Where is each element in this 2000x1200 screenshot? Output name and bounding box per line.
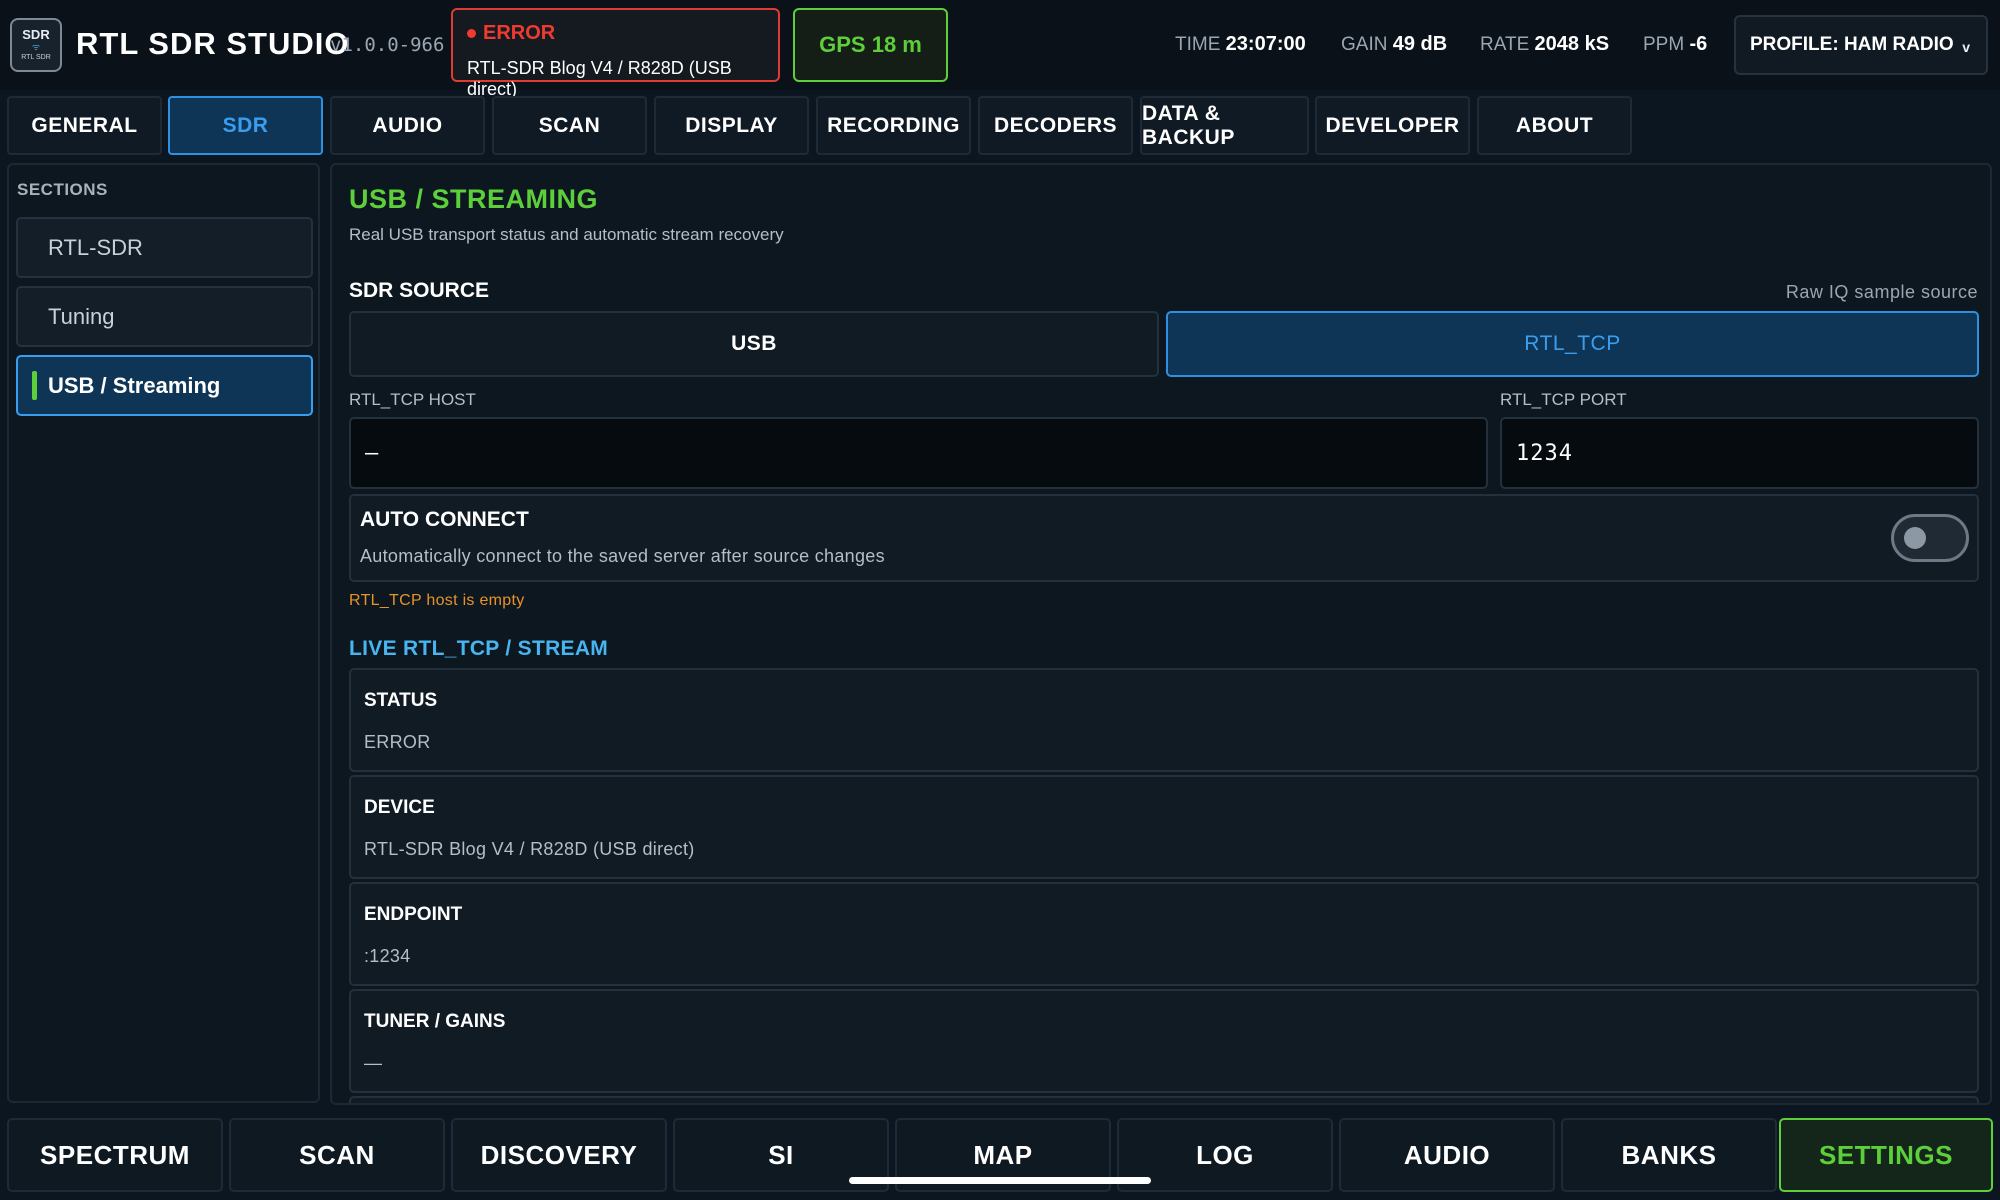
- toggle-knob: [1904, 527, 1926, 549]
- source-option-rtl-tcp[interactable]: RTL_TCP: [1166, 311, 1979, 377]
- host-field-label: RTL_TCP HOST: [349, 390, 476, 409]
- nav-spectrum[interactable]: SPECTRUM: [7, 1118, 223, 1192]
- nav-settings[interactable]: SETTINGS: [1779, 1118, 1993, 1192]
- stat-rate-label: RATE: [1480, 34, 1530, 55]
- error-title: ERROR: [467, 22, 555, 45]
- source-option-usb[interactable]: USB: [349, 311, 1159, 377]
- status-value: ERROR: [364, 732, 431, 752]
- auto-connect-title: AUTO CONNECT: [360, 508, 529, 531]
- nav-banks[interactable]: BANKS: [1561, 1118, 1777, 1192]
- host-warning: RTL_TCP host is empty: [349, 592, 525, 609]
- error-status-box[interactable]: ERROR RTL-SDR Blog V4 / R828D (USB direc…: [451, 8, 780, 99]
- tuner-gains-card: TUNER / GAINS —: [349, 989, 1979, 1093]
- nav-discovery[interactable]: DISCOVERY: [451, 1118, 667, 1192]
- nav-scan[interactable]: SCAN: [229, 1118, 445, 1192]
- stat-time-label: TIME: [1175, 34, 1221, 55]
- settings-main-panel: USB / STREAMING Real USB transport statu…: [330, 163, 1992, 1105]
- sidebar-title: SECTIONS: [17, 180, 108, 199]
- stat-time: TIME 23:07:00: [1175, 33, 1306, 56]
- rtl-tcp-port-input[interactable]: 1234: [1500, 417, 1979, 489]
- sidebar-item-tuning[interactable]: Tuning: [16, 286, 313, 347]
- tuner-gains-key: TUNER / GAINS: [364, 1011, 506, 1032]
- stat-ppm: PPM -6: [1643, 33, 1707, 56]
- stat-gain-label: GAIN: [1341, 34, 1388, 55]
- rtl-tcp-host-input[interactable]: —: [349, 417, 1488, 489]
- sidebar-item-label: USB / Streaming: [48, 372, 221, 398]
- logo-line-2: ᯤ: [31, 42, 41, 52]
- tab-data-backup[interactable]: DATA & BACKUP: [1140, 96, 1309, 155]
- device-key: DEVICE: [364, 797, 435, 818]
- tab-display[interactable]: DISPLAY: [654, 96, 809, 155]
- error-device: RTL-SDR Blog V4 / R828D (USB direct): [467, 58, 732, 99]
- stat-rate-value: 2048 kS: [1534, 33, 1610, 55]
- nav-audio[interactable]: AUDIO: [1339, 1118, 1555, 1192]
- error-label: ERROR: [483, 22, 556, 44]
- sdr-source-hint: Raw IQ sample source: [1785, 282, 1978, 302]
- profile-dropdown[interactable]: PROFILE: HAM RADIO v: [1734, 15, 1988, 75]
- device-value: RTL-SDR Blog V4 / R828D (USB direct): [364, 839, 695, 859]
- endpoint-value: :1234: [364, 946, 411, 966]
- home-indicator[interactable]: [849, 1177, 1151, 1184]
- live-stream-title: LIVE RTL_TCP / STREAM: [349, 637, 609, 660]
- profile-label: PROFILE: HAM RADIO: [1750, 34, 1954, 55]
- auto-connect-description: Automatically connect to the saved serve…: [360, 546, 885, 566]
- sidebar-item-usb-streaming[interactable]: USB / Streaming: [16, 355, 313, 416]
- stat-gain: GAIN 49 dB: [1341, 33, 1447, 56]
- tab-audio[interactable]: AUDIO: [330, 96, 485, 155]
- stat-gain-value: 49 dB: [1392, 33, 1448, 55]
- sections-sidebar: SECTIONS RTL-SDR Tuning USB / Streaming: [7, 163, 320, 1103]
- section-title: USB / STREAMING: [349, 184, 599, 214]
- auto-connect-toggle[interactable]: [1891, 514, 1969, 562]
- error-dot-icon: [467, 29, 476, 38]
- gps-status-box[interactable]: GPS 18 m: [793, 8, 948, 82]
- tab-developer[interactable]: DEVELOPER: [1315, 96, 1470, 155]
- endpoint-card: ENDPOINT :1234: [349, 882, 1979, 986]
- sdr-source-label: SDR SOURCE: [349, 279, 490, 302]
- status-key: STATUS: [364, 690, 438, 711]
- logo-line-3: RTL SDR: [21, 54, 51, 61]
- app-logo-icon: SDR ᯤ RTL SDR: [10, 18, 62, 72]
- tab-scan[interactable]: SCAN: [492, 96, 647, 155]
- stat-ppm-label: PPM: [1643, 34, 1685, 55]
- sidebar-item-rtl-sdr[interactable]: RTL-SDR: [16, 217, 313, 278]
- app-version: v1.0.0-966: [330, 34, 445, 56]
- logo-line-1: SDR: [22, 27, 50, 42]
- tab-decoders[interactable]: DECODERS: [978, 96, 1133, 155]
- app-title: RTL SDR STUDIO: [76, 26, 350, 61]
- section-subtitle: Real USB transport status and automatic …: [349, 225, 784, 244]
- tuner-gains-value: —: [364, 1053, 383, 1073]
- status-card: STATUS ERROR: [349, 668, 1979, 772]
- tab-recording[interactable]: RECORDING: [816, 96, 971, 155]
- device-card: DEVICE RTL-SDR Blog V4 / R828D (USB dire…: [349, 775, 1979, 879]
- tab-sdr[interactable]: SDR: [168, 96, 323, 155]
- tab-about[interactable]: ABOUT: [1477, 96, 1632, 155]
- active-indicator: [32, 371, 37, 400]
- sidebar-item-label: Tuning: [48, 303, 115, 329]
- chevron-down-icon: v: [1962, 39, 1970, 55]
- stat-rate: RATE 2048 kS: [1480, 33, 1609, 56]
- auto-connect-row: AUTO CONNECT Automatically connect to th…: [349, 494, 1979, 582]
- stat-ppm-value: -6: [1689, 33, 1708, 55]
- sidebar-item-label: RTL-SDR: [48, 234, 143, 260]
- endpoint-key: ENDPOINT: [364, 904, 463, 925]
- tab-general[interactable]: GENERAL: [7, 96, 162, 155]
- stat-time-value: 23:07:00: [1225, 33, 1306, 55]
- next-card: [349, 1096, 1979, 1103]
- app-header: SDR ᯤ RTL SDR RTL SDR STUDIO v1.0.0-966 …: [0, 0, 2000, 99]
- port-field-label: RTL_TCP PORT: [1500, 390, 1627, 409]
